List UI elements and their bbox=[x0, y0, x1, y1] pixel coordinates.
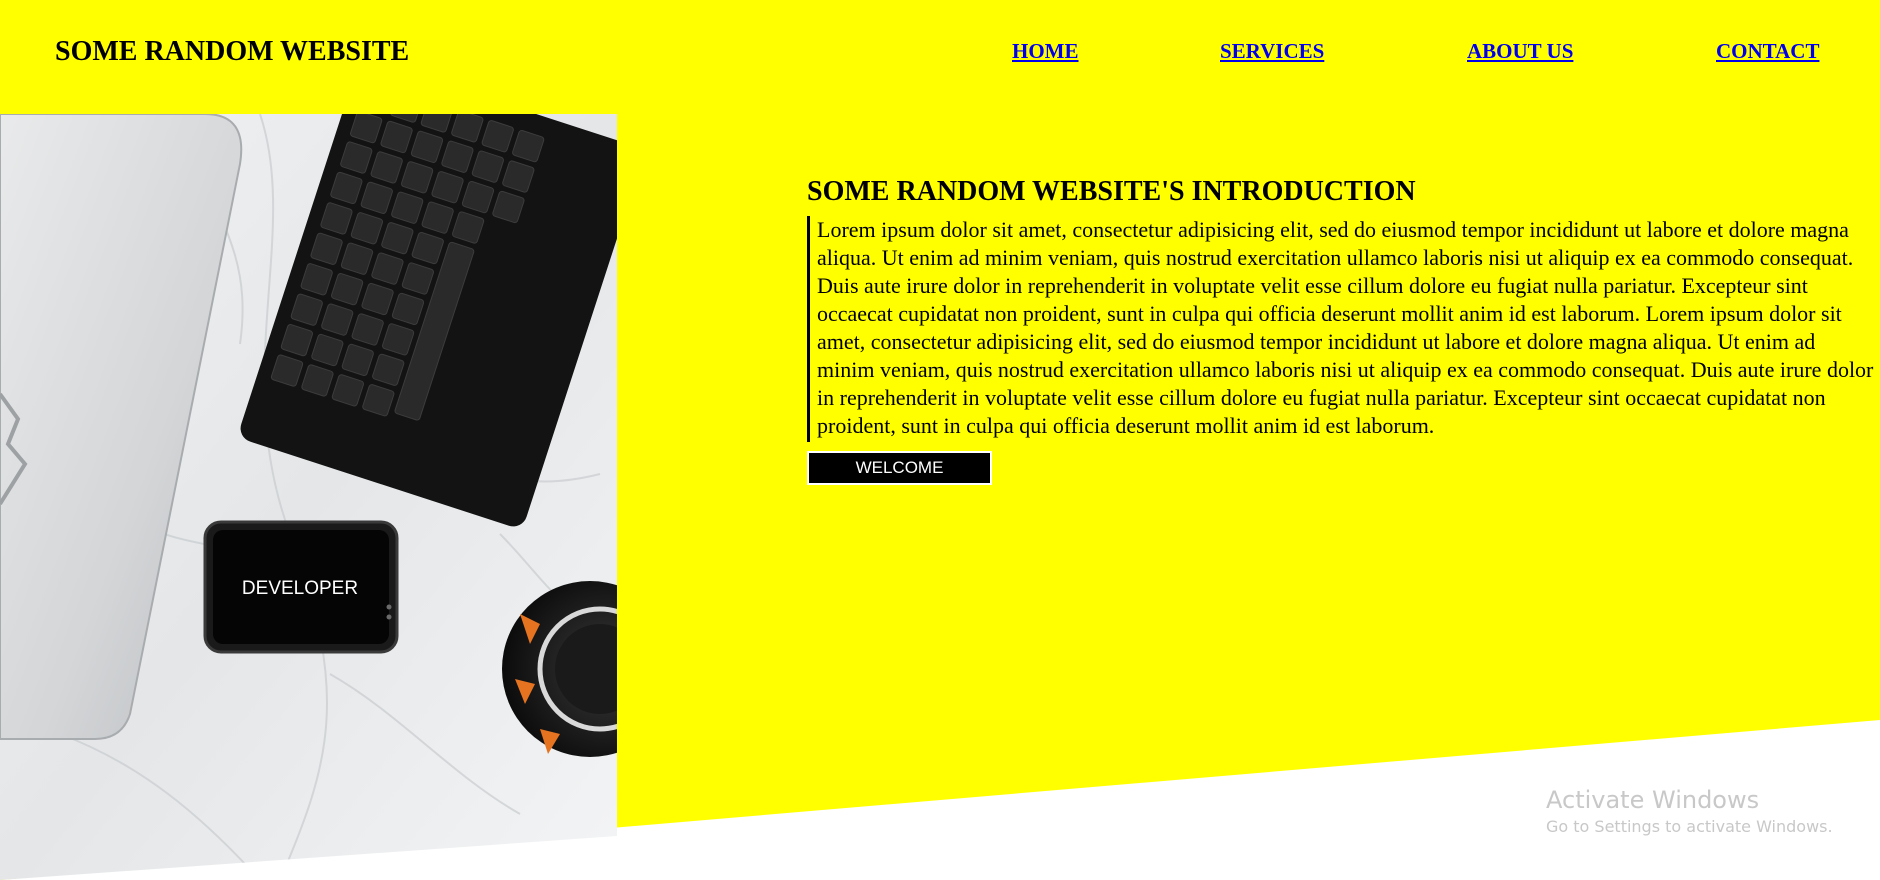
activate-windows-subtitle: Go to Settings to activate Windows. bbox=[1546, 817, 1833, 836]
intro-heading: SOME RANDOM WEBSITE'S INTRODUCTION bbox=[807, 176, 1416, 207]
nav-about-us[interactable]: ABOUT US bbox=[1467, 39, 1573, 64]
nav-services[interactable]: SERVICES bbox=[1220, 39, 1324, 64]
nav-contact[interactable]: CONTACT bbox=[1716, 39, 1819, 64]
site-header: SOME RANDOM WEBSITE HOME SERVICES ABOUT … bbox=[0, 0, 1880, 114]
activate-windows-title: Activate Windows bbox=[1546, 786, 1760, 814]
intro-section: SOME RANDOM WEBSITE'S INTRODUCTION Lorem… bbox=[807, 176, 1875, 485]
phone-screen-text: DEVELOPER bbox=[242, 578, 358, 599]
activate-windows-watermark: Activate Windows Go to Settings to activ… bbox=[1546, 784, 1833, 838]
nav-home[interactable]: HOME bbox=[1012, 39, 1079, 64]
site-title: SOME RANDOM WEBSITE bbox=[55, 36, 410, 67]
welcome-button[interactable]: WELCOME bbox=[807, 451, 992, 485]
page: SOME RANDOM WEBSITE HOME SERVICES ABOUT … bbox=[0, 0, 1880, 880]
hero-photo: DEVELOPER bbox=[0, 114, 617, 880]
intro-paragraph: Lorem ipsum dolor sit amet, consectetur … bbox=[807, 216, 1875, 442]
